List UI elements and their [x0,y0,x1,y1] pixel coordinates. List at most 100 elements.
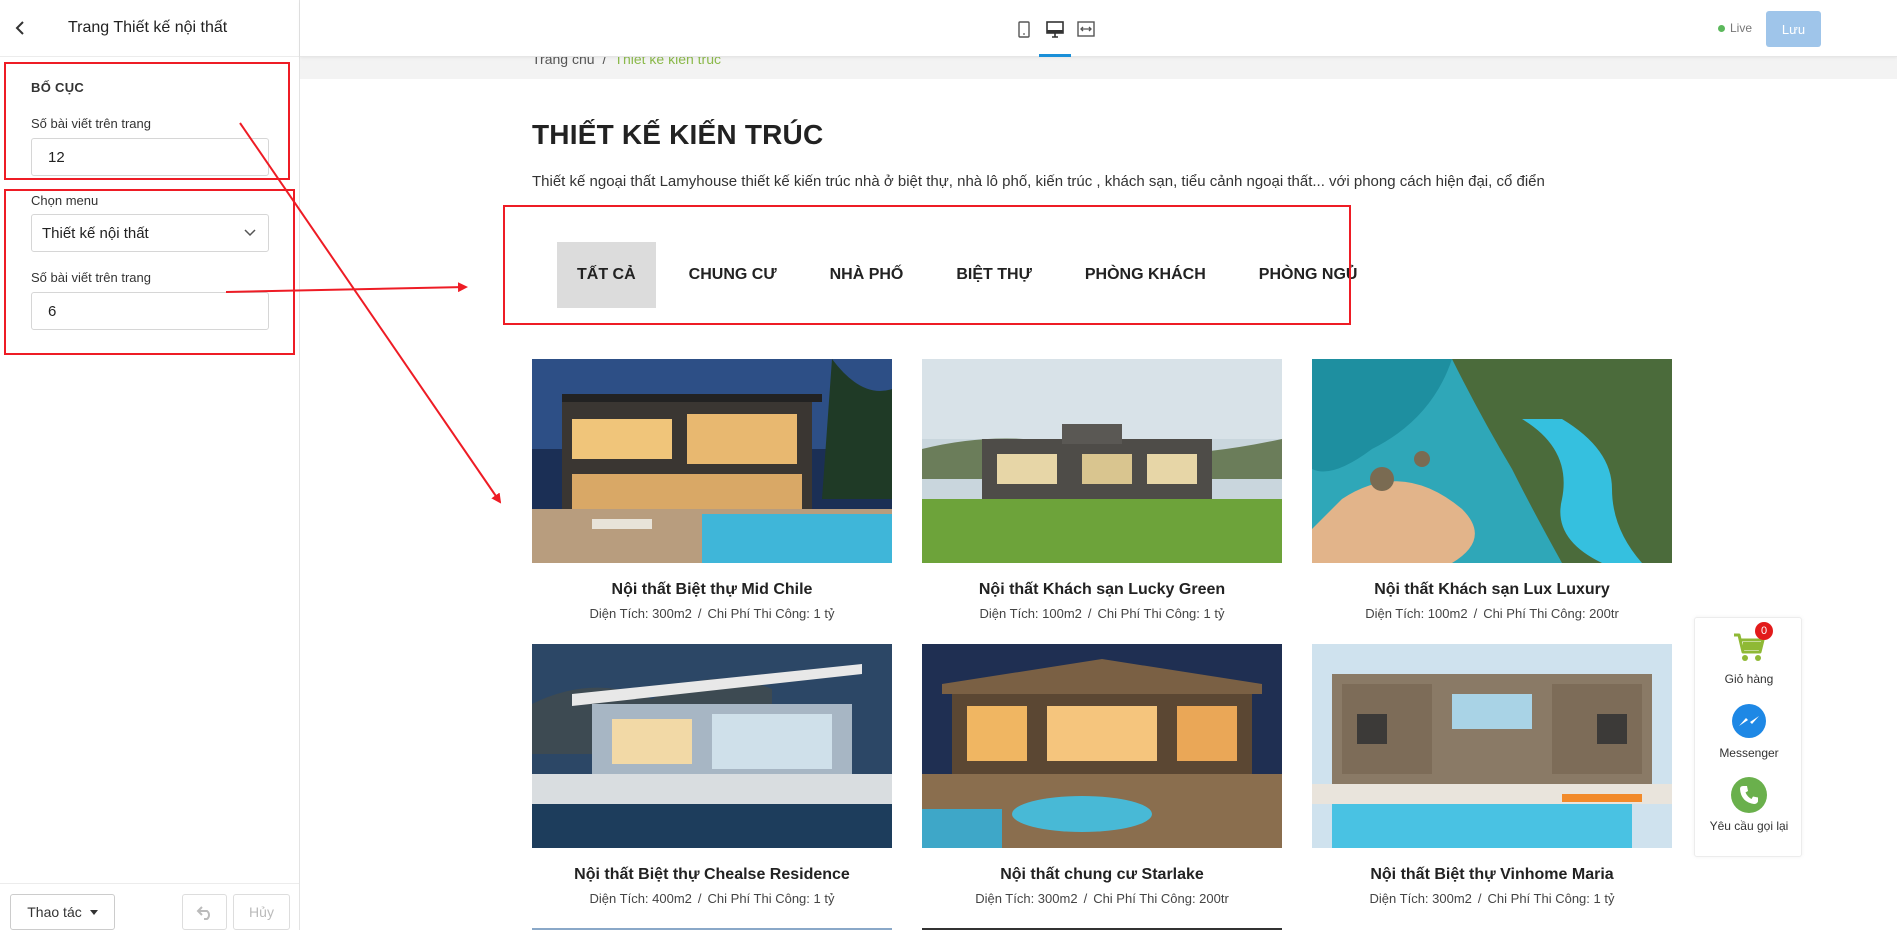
category-tabs: TẤT CẢ CHUNG CƯ NHÀ PHỐ BIỆT THỰ PHÒNG K… [557,242,1390,308]
posts-per-page-label: Số bài viết trên trang [31,116,151,131]
live-status[interactable]: Live [1718,21,1752,35]
project-cost: Chi Phí Thi Công: 1 tỷ [707,606,835,621]
page-preview: Trang chủ / Thiết kế kiến trúc THIẾT KẾ KI… [300,57,1897,930]
project-cost: Chi Phí Thi Công: 1 tỷ [707,891,835,906]
menu-posts-per-page-input[interactable]: 6 [31,292,269,330]
meta-separator: / [1477,891,1482,906]
mobile-view-button[interactable] [1014,19,1034,39]
project-title[interactable]: Nội thất chung cư Starlake [922,866,1282,884]
project-image[interactable] [1312,644,1672,848]
floating-contact-widget: 0 Giỏ hàng Messenger Yêu cầu gọi lại [1694,617,1802,857]
project-cost: Chi Phí Thi Công: 1 tỷ [1097,606,1225,621]
callback-label: Yêu cầu gọi lại [1709,819,1789,833]
menu-select-label: Chọn menu [31,193,99,208]
fullwidth-view-button[interactable] [1076,19,1096,39]
project-image[interactable] [1312,359,1672,563]
meta-separator: / [1473,606,1478,621]
cancel-button[interactable]: Hủy [233,894,290,930]
page-title: THIẾT KẾ KIẾN TRÚC [532,119,824,150]
project-card[interactable]: Nội thất Biệt thự Chealse Residence Diện… [532,644,892,906]
editor-topbar: Live Lưu [300,0,1897,57]
project-area: Diện Tích: 300m2 [1369,891,1472,906]
sidebar-title: Trang Thiết kế nội thất [68,19,228,36]
desktop-device-icon [1046,20,1064,38]
active-device-indicator [1039,54,1071,57]
project-cost: Chi Phí Thi Công: 200tr [1483,606,1619,621]
meta-separator: / [697,606,702,621]
project-title[interactable]: Nội thất Khách sạn Lux Luxury [1312,581,1672,599]
tab-townhouse[interactable]: NHÀ PHỐ [810,242,924,308]
project-meta: Diện Tích: 300m2 / Chi Phí Thi Công: 1 tỷ [532,606,892,621]
chevron-down-icon [244,229,256,237]
project-meta: Diện Tích: 100m2 / Chi Phí Thi Công: 1 tỷ [922,606,1282,621]
page-description: Thiết kế ngoại thất Lamyhouse thiết kế k… [532,173,1545,190]
project-card[interactable]: Nội thất Biệt thự Vinhome Maria Diện Tíc… [1312,644,1672,906]
tab-bedroom[interactable]: PHÒNG NGỦ [1239,242,1378,308]
project-image[interactable] [532,359,892,563]
project-area: Diện Tích: 300m2 [975,891,1078,906]
messenger-widget[interactable]: Messenger [1695,702,1803,760]
menu-select-value: Thiết kế nội thất [42,224,149,242]
breadcrumb-home[interactable]: Trang chủ [532,57,595,67]
live-dot [1718,24,1725,32]
breadcrumb-bar: Trang chủ / Thiết kế kiến trúc [300,57,1897,79]
sidebar-header: Trang Thiết kế nội thất [0,0,299,57]
project-meta: Diện Tích: 100m2 / Chi Phí Thi Công: 200tr [1312,606,1672,621]
actions-label: Thao tác [27,904,82,920]
back-button[interactable] [0,0,40,57]
callback-widget[interactable]: Yêu cầu gọi lại [1695,775,1803,833]
posts-per-page-value: 12 [48,148,65,166]
fullwidth-icon [1077,21,1095,37]
posts-per-page-input[interactable]: 12 [31,138,269,176]
project-card[interactable]: Nội thất Khách sạn Lucky Green Diện Tích… [922,359,1282,621]
menu-posts-per-page-value: 6 [48,302,57,320]
menu-select[interactable]: Thiết kế nội thất [31,214,269,252]
save-button[interactable]: Lưu [1766,11,1821,47]
chevron-left-icon [15,21,24,35]
project-title[interactable]: Nội thất Biệt thự Chealse Residence [532,866,892,884]
tab-living-room[interactable]: PHÒNG KHÁCH [1065,242,1226,308]
project-area: Diện Tích: 400m2 [589,891,692,906]
layout-section-heading: BỐ CỤC [31,80,85,95]
project-area: Diện Tích: 100m2 [1365,606,1468,621]
breadcrumb-separator: / [602,57,607,67]
project-card[interactable]: Nội thất Khách sạn Lux Luxury Diện Tích:… [1312,359,1672,621]
project-meta: Diện Tích: 300m2 / Chi Phí Thi Công: 1 tỷ [1312,891,1672,906]
phone-icon [1731,777,1767,813]
project-meta: Diện Tích: 300m2 / Chi Phí Thi Công: 200tr [922,891,1282,906]
project-area: Diện Tích: 300m2 [589,606,692,621]
project-meta: Diện Tích: 400m2 / Chi Phí Thi Công: 1 tỷ [532,891,892,906]
project-title[interactable]: Nội thất Biệt thự Mid Chile [532,581,892,599]
breadcrumb-current: Thiết kế kiến trúc [614,57,722,67]
project-cost: Chi Phí Thi Công: 200tr [1093,891,1229,906]
project-area: Diện Tích: 100m2 [979,606,1082,621]
actions-dropdown-button[interactable]: Thao tác [10,894,115,930]
caret-down-icon [89,909,98,915]
mobile-device-icon [1018,20,1030,38]
project-card[interactable]: Nội thất chung cư Starlake Diện Tích: 30… [922,644,1282,906]
sidebar-footer: Thao tác Hủy [0,883,299,930]
desktop-view-button[interactable] [1045,19,1065,39]
project-title[interactable]: Nội thất Biệt thự Vinhome Maria [1312,866,1672,884]
meta-separator: / [1083,891,1088,906]
project-cost: Chi Phí Thi Công: 1 tỷ [1487,891,1615,906]
live-label: Live [1730,21,1753,35]
breadcrumb: Trang chủ / Thiết kế kiến trúc [532,57,721,67]
project-image[interactable] [922,359,1282,563]
meta-separator: / [1087,606,1092,621]
tab-villa[interactable]: BIỆT THỰ [936,242,1052,308]
undo-button[interactable] [182,894,227,930]
menu-posts-per-page-label: Số bài viết trên trang [31,270,151,285]
project-image[interactable] [922,644,1282,848]
meta-separator: / [697,891,702,906]
messenger-label: Messenger [1719,746,1779,760]
project-card[interactable]: Nội thất Biệt thự Mid Chile Diện Tích: 3… [532,359,892,621]
messenger-icon [1732,704,1766,738]
project-image[interactable] [532,644,892,848]
cart-widget[interactable]: 0 Giỏ hàng [1695,622,1803,686]
cart-label: Giỏ hàng [1724,672,1774,686]
project-title[interactable]: Nội thất Khách sạn Lucky Green [922,581,1282,599]
tab-all[interactable]: TẤT CẢ [557,242,656,308]
cart-count-badge: 0 [1755,622,1773,640]
tab-apartment[interactable]: CHUNG CƯ [669,242,797,308]
